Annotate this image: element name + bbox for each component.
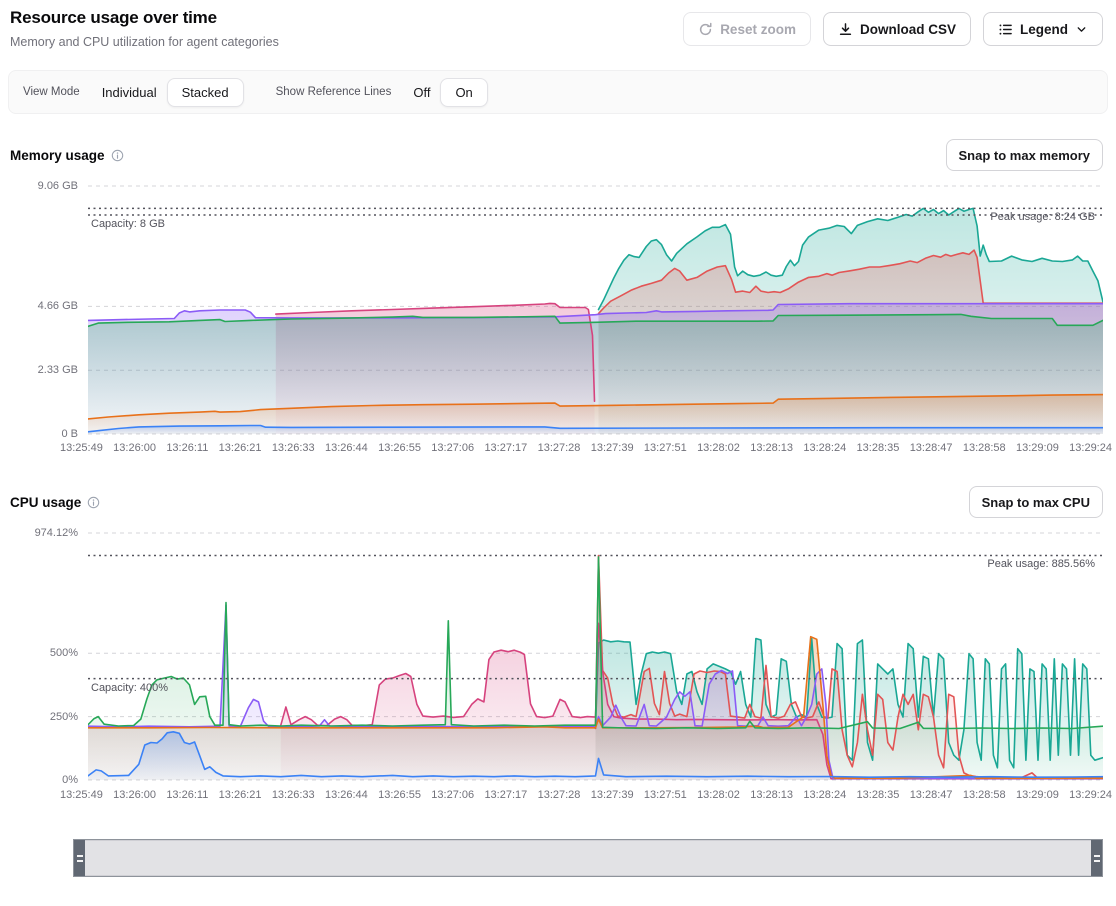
x-axis-tick: 13:28:58 xyxy=(963,789,1006,801)
memory-chart-title: Memory usage xyxy=(10,148,124,163)
view-mode-stacked[interactable]: Stacked xyxy=(167,78,244,107)
cpu-y-axis: 974.12% 500% 250% 0% xyxy=(0,518,80,818)
x-axis-tick: 13:26:33 xyxy=(272,442,315,454)
x-axis-tick: 13:28:35 xyxy=(857,789,900,801)
x-axis-tick: 13:26:00 xyxy=(113,789,156,801)
y-axis-tick: 0% xyxy=(62,773,78,787)
reference-lines-label: Show Reference Lines xyxy=(276,86,392,98)
x-axis-tick: 13:26:55 xyxy=(378,442,421,454)
cpu-plot-svg xyxy=(88,518,1103,786)
brush-handle-left[interactable] xyxy=(74,840,85,876)
reference-line-label: Capacity: 400% xyxy=(91,682,168,694)
header-actions: Reset zoom Download CSV Legend xyxy=(683,8,1103,46)
reference-lines-on[interactable]: On xyxy=(440,78,487,107)
x-axis-tick: 13:27:28 xyxy=(538,442,581,454)
reset-zoom-label: Reset zoom xyxy=(720,22,796,37)
reference-line-label: Peak usage: 885.56% xyxy=(987,558,1095,570)
x-axis-tick: 13:26:44 xyxy=(325,442,368,454)
x-axis-tick: 13:26:11 xyxy=(166,789,208,801)
x-axis-tick: 13:28:35 xyxy=(857,442,900,454)
reference-lines-off[interactable]: Off xyxy=(413,85,430,100)
cpu-chart-title: CPU usage xyxy=(10,495,100,510)
download-csv-label: Download CSV xyxy=(860,22,956,37)
view-mode-label: View Mode xyxy=(23,86,80,98)
x-axis-tick: 13:27:51 xyxy=(644,442,687,454)
x-axis-tick: 13:26:11 xyxy=(166,442,208,454)
brush-handle-right[interactable] xyxy=(1091,840,1102,876)
y-axis-tick: 500% xyxy=(50,646,78,660)
reference-line-label: Capacity: 8 GB xyxy=(91,218,165,230)
memory-chart: 9.06 GB 4.66 GB 2.33 GB 0 B Capacity: 8 GB P… xyxy=(0,171,1116,466)
x-axis-tick: 13:26:21 xyxy=(219,789,262,801)
x-axis-tick: 13:27:51 xyxy=(644,789,687,801)
x-axis-tick: 13:27:17 xyxy=(484,442,527,454)
x-axis-tick: 13:25:49 xyxy=(60,442,103,454)
page-subtitle: Memory and CPU utilization for agent cat… xyxy=(10,35,279,49)
x-axis-tick: 13:25:49 xyxy=(60,789,103,801)
list-icon xyxy=(998,22,1013,37)
x-axis-tick: 13:27:39 xyxy=(591,789,634,801)
x-axis-tick: 13:26:44 xyxy=(325,789,368,801)
x-axis-tick: 13:27:06 xyxy=(431,442,474,454)
x-axis-tick: 13:27:28 xyxy=(538,789,581,801)
x-axis-tick: 13:28:47 xyxy=(910,442,953,454)
y-axis-tick: 0 B xyxy=(61,427,78,441)
info-icon[interactable] xyxy=(87,496,100,509)
snap-max-memory-button[interactable]: Snap to max memory xyxy=(946,139,1104,171)
x-axis-tick: 13:27:39 xyxy=(591,442,634,454)
x-axis-tick: 13:29:09 xyxy=(1016,789,1059,801)
page-title: Resource usage over time xyxy=(10,8,279,28)
cpu-section-header: CPU usage Snap to max CPU xyxy=(0,486,1116,518)
y-axis-tick: 250% xyxy=(50,710,78,724)
reset-zoom-button[interactable]: Reset zoom xyxy=(683,12,811,46)
x-axis-tick: 13:28:58 xyxy=(963,442,1006,454)
y-axis-tick: 2.33 GB xyxy=(38,363,78,377)
x-axis-tick: 13:29:09 xyxy=(1016,442,1059,454)
y-axis-tick: 4.66 GB xyxy=(38,299,78,313)
x-axis-tick: 13:28:13 xyxy=(750,442,793,454)
memory-x-axis: 13:25:49 13:26:00 13:26:11 13:26:21 13:26:33… xyxy=(60,442,1112,454)
refresh-icon xyxy=(698,22,713,37)
memory-plot-area[interactable]: Capacity: 8 GB Peak usage: 8.24 GB xyxy=(88,171,1103,439)
memory-title-text: Memory usage xyxy=(10,148,105,163)
cpu-plot-area[interactable]: Capacity: 400% Peak usage: 885.56% xyxy=(88,518,1103,786)
cpu-chart: 974.12% 500% 250% 0% Capacity: 400% Peak usa… xyxy=(0,518,1116,818)
memory-section-header: Memory usage Snap to max memory xyxy=(0,139,1116,171)
x-axis-tick: 13:26:21 xyxy=(219,442,262,454)
x-axis-tick: 13:28:02 xyxy=(697,789,740,801)
legend-button[interactable]: Legend xyxy=(983,12,1103,46)
memory-plot-svg xyxy=(88,171,1103,439)
snap-max-cpu-button[interactable]: Snap to max CPU xyxy=(969,486,1103,518)
page-header: Resource usage over time Memory and CPU … xyxy=(0,0,1116,49)
x-axis-tick: 13:26:33 xyxy=(272,789,315,801)
brush-selection[interactable] xyxy=(85,840,1091,876)
x-axis-tick: 13:27:17 xyxy=(484,789,527,801)
x-axis-tick: 13:29:24 xyxy=(1069,442,1112,454)
x-axis-tick: 13:28:24 xyxy=(803,789,846,801)
x-axis-tick: 13:29:24 xyxy=(1069,789,1112,801)
x-axis-tick: 13:26:55 xyxy=(378,789,421,801)
view-mode-individual[interactable]: Individual xyxy=(102,85,157,100)
x-axis-tick: 13:28:13 xyxy=(750,789,793,801)
download-csv-button[interactable]: Download CSV xyxy=(823,12,971,46)
info-icon[interactable] xyxy=(111,149,124,162)
y-axis-tick: 9.06 GB xyxy=(38,179,78,193)
time-range-brush[interactable] xyxy=(73,839,1103,877)
x-axis-tick: 13:26:00 xyxy=(113,442,156,454)
chevron-down-icon xyxy=(1075,23,1088,36)
legend-label: Legend xyxy=(1020,22,1068,37)
x-axis-tick: 13:28:02 xyxy=(697,442,740,454)
chart-controls-bar: View Mode Individual Stacked Show Refere… xyxy=(8,70,1108,114)
header-titles: Resource usage over time Memory and CPU … xyxy=(10,8,279,49)
x-axis-tick: 13:28:24 xyxy=(803,442,846,454)
download-icon xyxy=(838,22,853,37)
memory-y-axis: 9.06 GB 4.66 GB 2.33 GB 0 B xyxy=(0,171,80,466)
x-axis-tick: 13:28:47 xyxy=(910,789,953,801)
y-axis-tick: 974.12% xyxy=(35,526,78,540)
x-axis-tick: 13:27:06 xyxy=(431,789,474,801)
cpu-title-text: CPU usage xyxy=(10,495,81,510)
cpu-x-axis: 13:25:49 13:26:00 13:26:11 13:26:21 13:26:33… xyxy=(60,789,1112,801)
reference-line-label: Peak usage: 8.24 GB xyxy=(990,211,1095,223)
